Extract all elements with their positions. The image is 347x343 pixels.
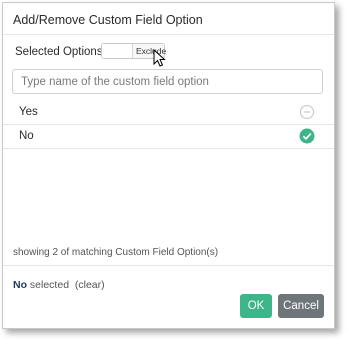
option-divider xyxy=(3,148,334,149)
option-no[interactable]: No xyxy=(3,125,334,148)
search-input[interactable] xyxy=(12,69,323,94)
match-count-text: showing 2 of matching Custom Field Optio… xyxy=(13,247,219,258)
custom-field-option-dialog: Add/Remove Custom Field Option Selected … xyxy=(2,2,335,329)
clear-link[interactable]: (clear) xyxy=(75,279,105,291)
option-label: No xyxy=(19,130,34,142)
selected-suffix: selected xyxy=(29,279,70,291)
unselected-circle-icon[interactable] xyxy=(299,104,315,120)
selection-summary: No selected (clear) xyxy=(13,279,105,291)
selected-value: No xyxy=(13,279,27,291)
mouse-cursor-icon xyxy=(153,49,166,67)
footer-divider xyxy=(3,265,334,266)
check-circle-icon[interactable] xyxy=(299,128,315,144)
option-label: Yes xyxy=(19,106,38,118)
ok-button[interactable]: OK xyxy=(240,294,272,318)
option-yes[interactable]: Yes xyxy=(3,101,334,124)
dialog-title: Add/Remove Custom Field Option xyxy=(13,13,203,27)
toggle-knob xyxy=(102,44,133,58)
title-divider xyxy=(3,34,334,35)
cancel-button[interactable]: Cancel xyxy=(278,294,324,318)
selected-options-label: Selected Options: xyxy=(15,46,106,58)
